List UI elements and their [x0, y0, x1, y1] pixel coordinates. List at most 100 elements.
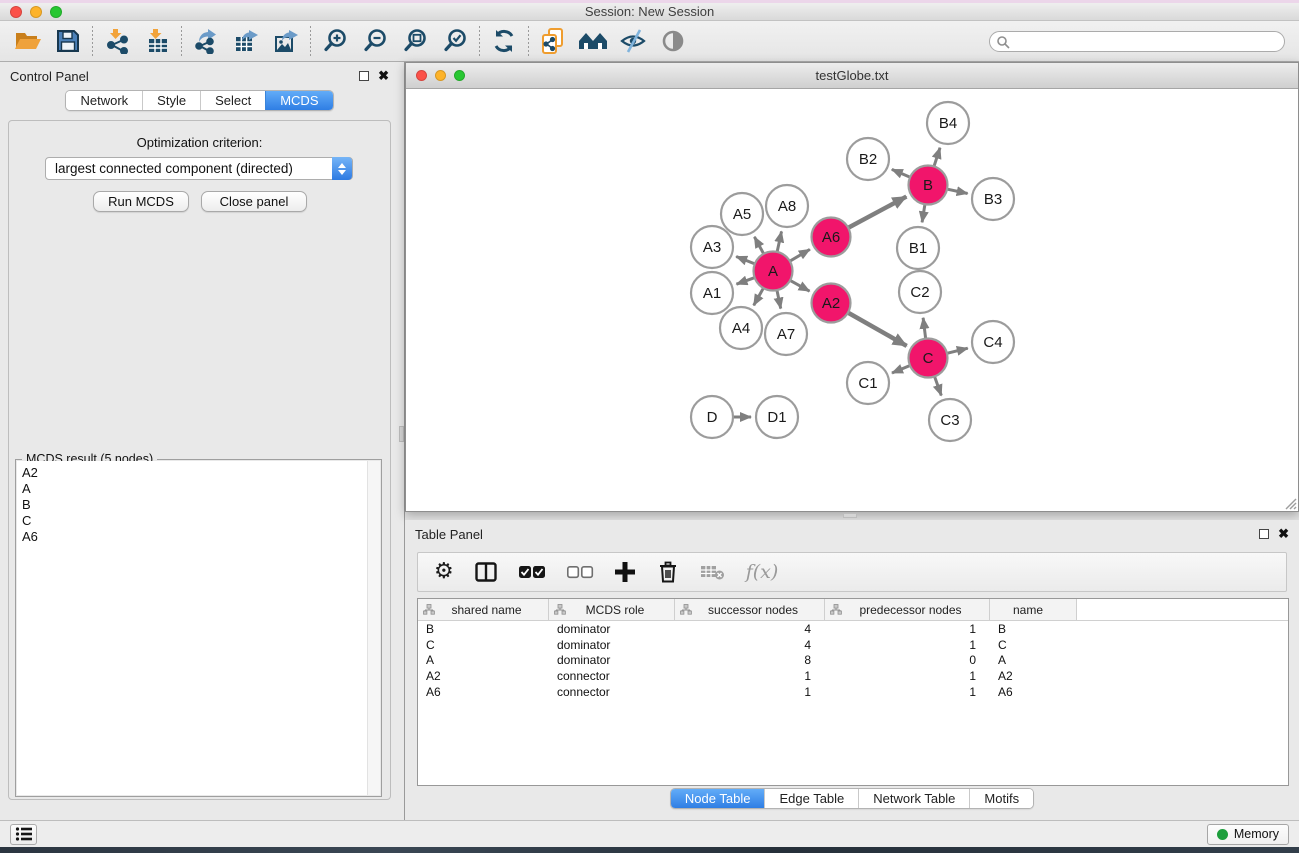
table-cell[interactable]: B	[418, 622, 549, 636]
table-cell[interactable]: A2	[990, 669, 1077, 683]
export-network-icon[interactable]	[186, 24, 226, 58]
table-cell[interactable]: C	[990, 638, 1077, 652]
mcds-result-item[interactable]: A	[17, 481, 380, 497]
edge-A-A8[interactable]	[777, 231, 782, 253]
mcds-list-scrollbar[interactable]	[367, 461, 380, 795]
divider-grip[interactable]	[399, 426, 404, 442]
close-panel-icon[interactable]: ✖	[378, 71, 389, 81]
save-icon[interactable]	[48, 24, 88, 58]
open-folder-icon[interactable]	[8, 24, 48, 58]
table-cell[interactable]: 1	[825, 622, 990, 636]
contrast-eye-icon[interactable]	[653, 24, 693, 58]
table-cell[interactable]: 1	[825, 685, 990, 699]
table-cell[interactable]: 4	[675, 638, 825, 652]
float-panel-icon[interactable]	[359, 71, 369, 81]
table-tab-node-table[interactable]: Node Table	[671, 789, 765, 808]
edge-C-C1[interactable]	[892, 365, 912, 373]
table-row[interactable]: Bdominator41B	[418, 621, 1288, 637]
table-cell[interactable]: dominator	[549, 653, 675, 667]
edge-C-C4[interactable]	[945, 348, 968, 354]
resize-grip-icon[interactable]	[1283, 496, 1297, 510]
table-cell[interactable]: 1	[825, 638, 990, 652]
function-icon[interactable]: f(x)	[746, 557, 779, 587]
table-cell[interactable]: connector	[549, 669, 675, 683]
export-image-icon[interactable]	[266, 24, 306, 58]
tab-network[interactable]: Network	[66, 91, 142, 110]
import-table-icon[interactable]	[137, 24, 177, 58]
table-cell[interactable]: 1	[675, 685, 825, 699]
edge-A-A6[interactable]	[788, 249, 810, 262]
edge-A-A5[interactable]	[754, 237, 764, 256]
mcds-result-item[interactable]: C	[17, 513, 380, 529]
column-header-mcds-role[interactable]: MCDS role	[549, 599, 675, 620]
edge-C-C3[interactable]	[934, 374, 941, 395]
close-table-panel-icon[interactable]: ✖	[1278, 529, 1289, 539]
import-network-icon[interactable]	[97, 24, 137, 58]
network-window-titlebar[interactable]: testGlobe.txt	[406, 63, 1298, 89]
table-cell[interactable]: A6	[990, 685, 1077, 699]
task-list-button[interactable]	[10, 824, 37, 845]
table-cell[interactable]: connector	[549, 685, 675, 699]
delete-table-icon[interactable]	[700, 557, 726, 587]
column-header-successor-nodes[interactable]: successor nodes	[675, 599, 825, 620]
criterion-dropdown[interactable]: largest connected component (directed)	[45, 157, 353, 180]
close-panel-button[interactable]: Close panel	[201, 191, 307, 212]
table-cell[interactable]: A2	[418, 669, 549, 683]
edge-A-A3[interactable]	[736, 257, 757, 265]
edge-A-A4[interactable]	[754, 286, 765, 305]
edge-B-B3[interactable]	[945, 189, 967, 194]
copy-network-icon[interactable]	[533, 24, 573, 58]
deselect-checkboxes-icon[interactable]	[566, 557, 594, 587]
refresh-icon[interactable]	[484, 24, 524, 58]
tab-mcds[interactable]: MCDS	[265, 91, 332, 110]
table-tab-network-table[interactable]: Network Table	[858, 789, 969, 808]
run-mcds-button[interactable]: Run MCDS	[93, 191, 189, 212]
column-header-name[interactable]: name	[990, 599, 1077, 620]
edge-A2-C[interactable]	[846, 312, 906, 346]
zoom-selected-icon[interactable]	[435, 24, 475, 58]
mcds-result-item[interactable]: A2	[17, 465, 380, 481]
edge-A-A1[interactable]	[736, 277, 756, 284]
table-cell[interactable]: 8	[675, 653, 825, 667]
table-cell[interactable]: A6	[418, 685, 549, 699]
search-input[interactable]	[989, 31, 1285, 52]
trash-icon[interactable]	[656, 557, 680, 587]
table-cell[interactable]: dominator	[549, 622, 675, 636]
export-table-icon[interactable]	[226, 24, 266, 58]
column-header-shared-name[interactable]: shared name	[418, 599, 549, 620]
table-row[interactable]: A2connector11A2	[418, 668, 1288, 684]
edge-A-A2[interactable]	[788, 279, 809, 291]
table-cell[interactable]: 0	[825, 653, 990, 667]
table-cell[interactable]: B	[990, 622, 1077, 636]
column-header-predecessor-nodes[interactable]: predecessor nodes	[825, 599, 990, 620]
mcds-result-item[interactable]: A6	[17, 529, 380, 545]
table-tab-edge-table[interactable]: Edge Table	[764, 789, 858, 808]
table-cell[interactable]: A	[418, 653, 549, 667]
table-row[interactable]: Cdominator41C	[418, 637, 1288, 653]
zoom-out-icon[interactable]	[355, 24, 395, 58]
edge-C-C2[interactable]	[923, 318, 926, 341]
select-checkboxes-icon[interactable]	[518, 557, 546, 587]
zoom-fit-icon[interactable]	[395, 24, 435, 58]
edge-A6-B[interactable]	[846, 197, 906, 229]
table-cell[interactable]: dominator	[549, 638, 675, 652]
gear-icon[interactable]: ⚙	[434, 557, 454, 587]
add-column-icon[interactable]	[614, 557, 636, 587]
eye-slash-icon[interactable]	[613, 24, 653, 58]
float-table-panel-icon[interactable]	[1259, 529, 1269, 539]
split-columns-icon[interactable]	[474, 557, 498, 587]
tab-style[interactable]: Style	[142, 91, 200, 110]
edge-B-B2[interactable]	[892, 169, 912, 178]
table-cell[interactable]: A	[990, 653, 1077, 667]
table-cell[interactable]: 1	[825, 669, 990, 683]
table-row[interactable]: A6connector11A6	[418, 684, 1288, 700]
tab-select[interactable]: Select	[200, 91, 265, 110]
table-cell[interactable]: 1	[675, 669, 825, 683]
memory-button[interactable]: Memory	[1207, 824, 1289, 845]
network-canvas[interactable]: B4B2BB3A8A5A6A3B1AC2A1A2A4A7C4CC1DD1C3	[406, 89, 1298, 511]
mcds-result-item[interactable]: B	[17, 497, 380, 513]
horizontal-split-grip[interactable]	[843, 513, 857, 518]
edge-B-B4[interactable]	[933, 148, 940, 169]
zoom-in-icon[interactable]	[315, 24, 355, 58]
mcds-result-list[interactable]: A2ABCA6	[17, 461, 380, 795]
